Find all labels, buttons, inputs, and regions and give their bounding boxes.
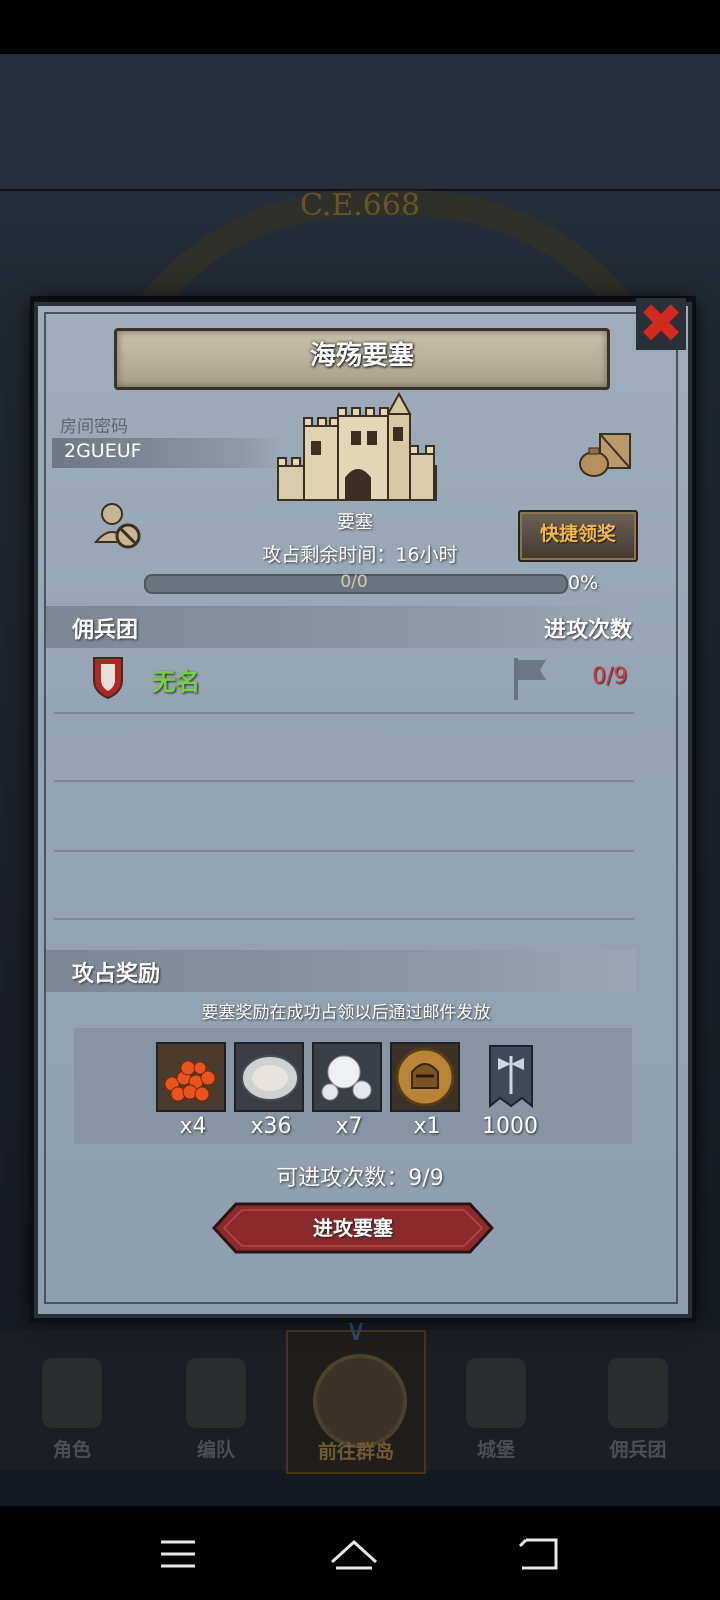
salmon-roe-icon[interactable] [156,1042,226,1112]
attack-fortress-label: 进攻要塞 [313,1216,393,1240]
axe-banner-icon[interactable] [476,1042,546,1112]
quick-claim-label: 快捷领奖 [539,523,616,545]
mercenary-icon [608,1358,668,1428]
reward-count: x1 [413,1114,441,1139]
modal-title: 海殇要塞 [309,341,414,371]
progress-text: 0/0 [340,572,368,592]
back-icon[interactable] [508,1524,568,1584]
character-icon [42,1358,102,1428]
globe-icon [313,1354,407,1448]
nav-item-mercenary[interactable]: 佣兵团 [566,1330,710,1470]
attacks-available: 可进攻次数：9/9 [276,1166,444,1191]
nav-label: 编队 [196,1439,235,1461]
attacks-header-label: 进攻次数 [543,618,632,643]
reward-note: 要塞奖励在成功占领以后通过邮件发放 [201,1003,491,1023]
nav-label: 前往群岛 [317,1441,394,1463]
close-icon: ✖ [638,292,684,355]
room-code-label: 房间密码 [60,417,128,437]
era-text: C.E.668 [299,188,421,223]
nav-item-castle[interactable]: 城堡 [424,1330,568,1470]
flag-icon [512,656,548,702]
row-divider [54,850,634,852]
shield-icon [92,656,124,700]
leave-room-icon[interactable] [93,500,142,550]
knight-helmet-coin-icon[interactable] [390,1042,460,1112]
row-divider [54,918,634,920]
remaining-time: 攻占剩余时间：16小时 [262,544,458,566]
bottom-nav: 角色 编队 ∨ 前往群岛 城堡 佣兵团 [0,1316,720,1474]
background-header-band [0,54,720,191]
status-bar [0,0,720,54]
reward-header-label: 攻占奖励 [72,962,161,987]
mercenary-header-label: 佣兵团 [72,618,139,643]
fortress-name: 要塞 [337,512,373,533]
mercenary-attack-count: 0/9 [592,664,628,689]
castle-icon [466,1358,526,1428]
formation-icon [186,1358,246,1428]
nav-item-character[interactable]: 角色 [0,1330,144,1470]
home-icon[interactable] [324,1524,384,1584]
reward-count: x36 [250,1114,292,1139]
reward-count: x7 [335,1114,363,1139]
nav-label: 角色 [52,1439,91,1461]
row-divider [54,780,634,782]
room-code-value: 2GUEUF [64,440,142,462]
menu-icon[interactable] [148,1524,208,1584]
loot-bag-icon[interactable] [578,430,634,478]
row-divider [54,712,634,714]
progress-percent: 0% [568,572,599,594]
system-nav-bar [0,1506,720,1600]
reward-count: 1000 [482,1114,538,1139]
oyster-icon[interactable] [234,1042,304,1112]
fortress-icon [276,391,438,504]
reward-count: x4 [179,1114,207,1139]
nav-item-formation[interactable]: 编队 [144,1330,288,1470]
close-button[interactable]: ✖ [636,297,686,351]
nav-item-archipelago[interactable]: ∨ 前往群岛 [286,1316,426,1474]
nav-label: 佣兵团 [609,1439,667,1461]
nav-label: 城堡 [476,1439,515,1461]
mercenary-name: 无名 [152,668,200,696]
pearl-icon[interactable] [312,1042,382,1112]
